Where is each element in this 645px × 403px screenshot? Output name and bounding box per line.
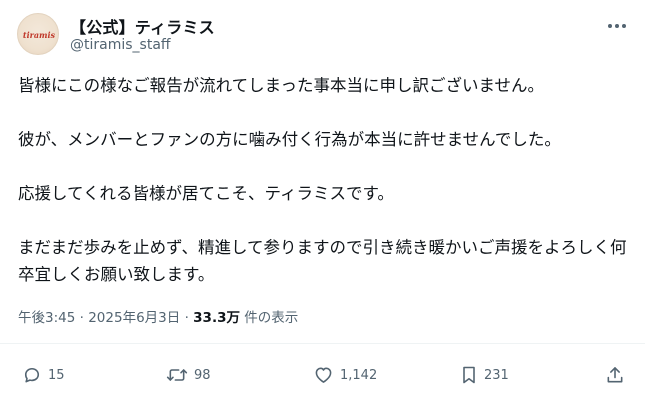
reply-count: 15	[48, 367, 65, 383]
more-options-button[interactable]	[602, 14, 632, 38]
repost-button[interactable]: 98	[166, 364, 211, 386]
like-button[interactable]: 1,142	[313, 364, 377, 386]
reply-button[interactable]: 15	[22, 364, 65, 386]
post-time[interactable]: 午後3:45	[18, 310, 75, 326]
bookmark-icon	[463, 366, 475, 384]
meta-separator: ·	[184, 310, 189, 326]
tweet-meta: 午後3:45 · 2025年6月3日 · 33.3万 件の表示	[18, 306, 298, 326]
tweet-paragraph: 彼が、メンバーとファンの方に噛み付く行為が本当に許せませんでした。	[18, 130, 561, 149]
reply-icon	[24, 367, 40, 383]
author-display-name[interactable]: 【公式】ティラミス	[70, 14, 215, 38]
views-count: 33.3万	[193, 310, 240, 326]
tweet-card: tiramis 【公式】ティラミス @tiramis_staff 皆様にこの様な…	[0, 0, 645, 403]
views-label: 件の表示	[244, 310, 299, 326]
post-date[interactable]: 2025年6月3日	[88, 310, 180, 326]
tweet-paragraph: 応援してくれる皆様が居てこそ、ティラミスです。	[18, 184, 394, 203]
tweet-paragraph: まだまだ歩みを止めず、精進して参りますので引き続き暖かいご声援をよろしく何卒宜し…	[18, 238, 627, 284]
tweet-text: 皆様にこの様なご報告が流れてしまった事本当に申し訳ございません。 彼が、メンバー…	[18, 72, 630, 288]
repost-count: 98	[194, 367, 211, 383]
share-icon	[607, 367, 623, 383]
share-button[interactable]	[605, 364, 625, 386]
more-horizontal-icon	[608, 24, 626, 28]
repost-icon	[166, 369, 188, 381]
divider	[0, 343, 645, 344]
meta-separator: ·	[79, 310, 84, 326]
heart-icon	[315, 367, 332, 383]
svg-text:tiramis: tiramis	[23, 30, 56, 40]
bookmark-button[interactable]: 231	[460, 364, 509, 386]
avatar[interactable]: tiramis	[17, 13, 59, 55]
tiramis-logo-icon: tiramis	[23, 30, 56, 40]
like-count: 1,142	[340, 367, 378, 383]
tweet-paragraph: 皆様にこの様なご報告が流れてしまった事本当に申し訳ございません。	[18, 76, 545, 95]
author-handle[interactable]: @tiramis_staff	[70, 37, 171, 53]
bookmark-count: 231	[484, 367, 509, 383]
